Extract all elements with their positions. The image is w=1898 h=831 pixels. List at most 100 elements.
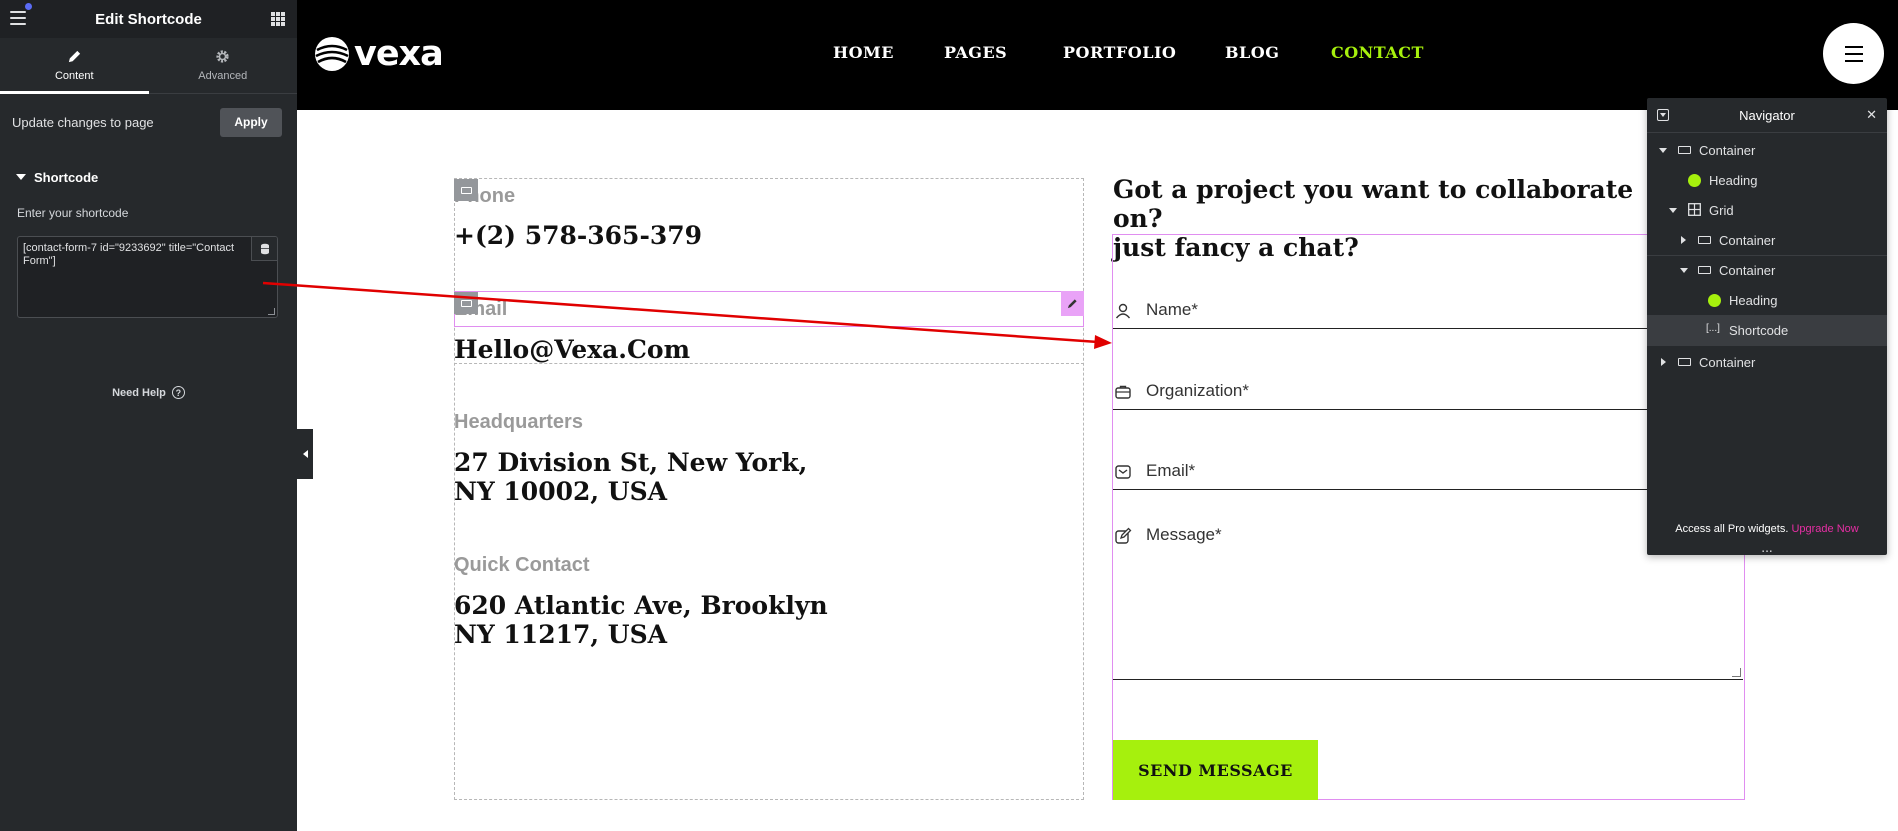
panel-header: Edit Shortcode: [0, 0, 297, 38]
shortcode-textarea[interactable]: [contact-form-7 id="9233692" title="Cont…: [17, 236, 278, 318]
close-icon[interactable]: ✕: [1866, 108, 1877, 123]
navigator-item-label: Grid: [1709, 203, 1734, 218]
container-icon: [1678, 358, 1691, 366]
widgets-grid-icon[interactable]: [271, 12, 285, 26]
nav-portfolio[interactable]: PORTFOLIO: [1063, 43, 1176, 62]
need-help-label: Need Help: [112, 386, 166, 399]
update-changes-label: Update changes to page: [12, 114, 154, 130]
navigator-item-label: Container: [1719, 233, 1776, 248]
container-icon: [1698, 236, 1711, 244]
phone-value: +(2) 578-365-379: [454, 221, 703, 250]
navigator-item-label: Container: [1699, 355, 1756, 370]
nav-contact[interactable]: CONTACT: [1331, 43, 1424, 62]
nav-pages[interactable]: PAGES: [944, 43, 1007, 62]
headquarters-label: Headquarters: [454, 411, 583, 433]
help-icon: ?: [171, 386, 185, 399]
apply-button[interactable]: Apply: [220, 107, 282, 137]
logo-text: vexa: [354, 34, 444, 74]
panel-tabs: Content Advanced: [0, 38, 297, 94]
collapse-panel-button[interactable]: [297, 429, 313, 479]
heading-widget-icon: [1688, 174, 1701, 187]
collapse-all-icon[interactable]: [1657, 109, 1669, 121]
navigator-item-heading[interactable]: Heading: [1647, 165, 1887, 195]
resize-handle[interactable]: [268, 308, 275, 315]
navigator-item-heading[interactable]: Heading: [1647, 285, 1887, 315]
caret-down-icon: [16, 174, 26, 180]
form-heading-line1: Got a project you want to collaborate on…: [1113, 175, 1634, 233]
section-shortcode-toggle[interactable]: Shortcode: [0, 167, 297, 187]
gear-icon: [216, 50, 229, 63]
navigator-item-container[interactable]: Container: [1647, 135, 1887, 165]
container-icon: [1678, 146, 1691, 154]
quick-contact-line2: NY 11217, USA: [454, 620, 668, 649]
tab-advanced-label: Advanced: [198, 70, 248, 82]
mail-icon: [1115, 465, 1131, 479]
message-field-label: Message*: [1146, 525, 1222, 544]
site-logo[interactable]: vexa: [314, 34, 444, 74]
section-title: Shortcode: [34, 169, 99, 185]
navigator-item-label: Container: [1699, 143, 1756, 158]
email-field-label: Email*: [1146, 461, 1196, 480]
need-help-link[interactable]: Need Help ?: [0, 386, 297, 399]
notification-dot: [25, 3, 32, 10]
dynamic-tags-icon[interactable]: [251, 237, 277, 261]
navigator-item-label: Heading: [1709, 173, 1758, 188]
navigator-item-shortcode[interactable]: [...] Shortcode: [1647, 315, 1887, 345]
navigator-panel: Navigator ✕ Container Heading Grid Conta…: [1647, 98, 1887, 555]
caret-down-icon: [1669, 208, 1677, 213]
heading-widget-icon: [1708, 294, 1721, 307]
pen-icon: [1115, 527, 1132, 544]
navigator-item-label: Heading: [1729, 293, 1778, 308]
divider: [1647, 345, 1887, 346]
caret-down-icon: [1680, 268, 1688, 273]
tab-content-label: Content: [54, 70, 94, 82]
name-field-label: Name*: [1146, 300, 1198, 319]
caret-right-icon: [1661, 358, 1666, 366]
email-value: Hello@Vexa.Com: [454, 335, 691, 364]
navigator-resize-handle[interactable]: ...: [1647, 542, 1887, 554]
navigator-item-container[interactable]: Container: [1647, 225, 1887, 255]
shortcode-value[interactable]: [contact-form-7 id="9233692" title="Cont…: [18, 237, 277, 268]
headquarters-line1: 27 Division St, New York,: [454, 448, 808, 477]
headquarters-line2: NY 10002, USA: [454, 477, 668, 506]
navigator-item-label: Shortcode: [1729, 323, 1789, 338]
pro-widgets-text: Access all Pro widgets.: [1675, 523, 1789, 535]
navigator-header[interactable]: Navigator ✕: [1647, 98, 1887, 133]
nav-home[interactable]: HOME: [833, 43, 894, 62]
edit-pencil-icon[interactable]: [1061, 291, 1084, 316]
container-icon: [1698, 266, 1711, 274]
hamburger-menu-button[interactable]: [1823, 23, 1884, 84]
pencil-icon: [68, 50, 80, 63]
resize-handle[interactable]: [1732, 668, 1741, 677]
navigator-item-grid[interactable]: Grid: [1647, 195, 1887, 225]
nav-blog[interactable]: BLOG: [1225, 43, 1279, 62]
tab-content[interactable]: Content: [0, 38, 149, 94]
briefcase-icon: [1115, 385, 1131, 399]
grid-icon: [1688, 203, 1701, 216]
container-edit-handle-icon[interactable]: [454, 292, 478, 314]
navigator-item-container[interactable]: Container: [1647, 255, 1887, 285]
shortcode-icon: [...]: [1706, 323, 1720, 334]
navigator-item-container[interactable]: Container: [1647, 347, 1887, 377]
email-heading-widget[interactable]: [454, 291, 1084, 327]
logo-mark-icon: [315, 37, 349, 71]
editor-panel: Edit Shortcode Content Advanced Update c…: [0, 0, 297, 831]
panel-title: Edit Shortcode: [95, 10, 202, 28]
navigator-item-label: Container: [1719, 263, 1776, 278]
upgrade-now-link[interactable]: Upgrade Now: [1791, 523, 1858, 535]
caret-down-icon: [1659, 148, 1667, 153]
chevron-left-icon: [302, 450, 308, 458]
organization-field-label: Organization*: [1146, 381, 1250, 400]
tab-advanced[interactable]: Advanced: [149, 38, 298, 93]
navigator-footer: Access all Pro widgets. Upgrade Now: [1647, 523, 1887, 535]
apply-row: Update changes to page Apply: [0, 97, 297, 147]
menu-icon[interactable]: [10, 3, 32, 25]
quick-contact-line1: 620 Atlantic Ave, Brooklyn: [454, 591, 828, 620]
container-edit-handle-icon[interactable]: [454, 179, 478, 201]
caret-right-icon: [1681, 236, 1686, 244]
navigator-title: Navigator: [1739, 107, 1795, 123]
quick-contact-label: Quick Contact: [454, 554, 590, 576]
send-message-button[interactable]: SEND MESSAGE: [1113, 740, 1318, 800]
site-header: vexa HOME PAGES PORTFOLIO BLOG CONTACT: [297, 0, 1898, 110]
user-icon: [1115, 303, 1131, 319]
